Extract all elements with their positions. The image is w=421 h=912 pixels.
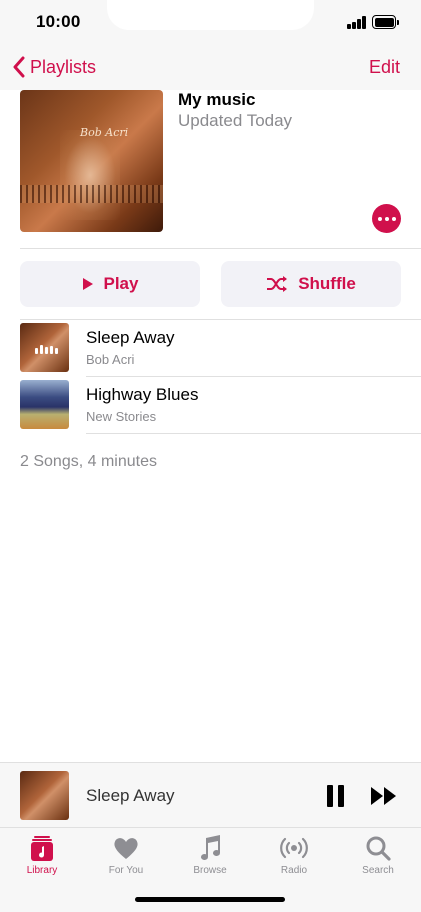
tab-browse[interactable]: Browse [168, 828, 252, 884]
shuffle-button[interactable]: Shuffle [221, 261, 401, 307]
playlist-updated-label: Updated Today [178, 111, 293, 130]
library-icon [31, 836, 53, 861]
fast-forward-button[interactable] [370, 786, 398, 806]
song-title: Sleep Away [86, 328, 175, 347]
song-artist: New Stories [86, 409, 157, 424]
tab-label: Browse [193, 865, 227, 876]
heart-icon [114, 838, 138, 859]
playlist-artwork: Bob Acri [20, 90, 163, 232]
song-row-highway-blues[interactable]: Highway Blues New Stories [0, 377, 421, 434]
tab-library[interactable]: Library [0, 828, 84, 884]
tab-label: Radio [280, 865, 308, 876]
edit-button[interactable]: Edit [369, 57, 400, 78]
tab-search[interactable]: Search [336, 828, 420, 884]
play-button[interactable]: Play [20, 261, 200, 307]
status-bar: 10:00 [0, 0, 421, 46]
song-artwork [20, 380, 69, 429]
tab-label: Search [362, 865, 394, 876]
shuffle-button-label: Shuffle [298, 274, 356, 293]
divider [86, 433, 421, 434]
tab-label: For You [108, 865, 144, 876]
divider [20, 248, 421, 249]
playlist-title: My music [178, 90, 256, 109]
tab-label: Library [26, 865, 58, 876]
more-options-button[interactable] [372, 204, 401, 233]
pause-button[interactable] [327, 785, 344, 807]
tab-for-you[interactable]: For You [84, 828, 168, 884]
device-notch [107, 0, 314, 30]
mini-player[interactable]: Sleep Away [0, 762, 421, 828]
pause-icon [327, 785, 333, 807]
search-icon [366, 836, 391, 861]
cellular-signal-icon [347, 16, 367, 29]
now-playing-equalizer-icon [35, 345, 58, 354]
battery-icon [372, 15, 399, 29]
song-title: Highway Blues [86, 385, 199, 404]
song-artist: Bob Acri [86, 352, 135, 367]
chevron-left-icon [13, 56, 25, 78]
music-note-icon [201, 835, 221, 861]
play-icon [82, 278, 93, 290]
mini-player-title: Sleep Away [86, 786, 175, 805]
shuffle-icon [267, 276, 288, 292]
status-time: 10:00 [36, 12, 81, 31]
navigation-bar: Playlists Edit [0, 46, 421, 90]
song-artwork [20, 323, 69, 372]
playlist-summary: 2 Songs, 4 minutes [20, 453, 157, 470]
back-button-label: Playlists [30, 56, 97, 77]
radio-icon [280, 837, 308, 859]
back-button[interactable]: Playlists [12, 56, 96, 78]
ellipsis-icon [377, 216, 382, 221]
mini-player-artwork [20, 771, 69, 820]
song-row-sleep-away[interactable]: Sleep Away Bob Acri [0, 320, 421, 377]
tab-radio[interactable]: Radio [252, 828, 336, 884]
play-button-label: Play [103, 274, 139, 293]
home-indicator [135, 897, 285, 902]
artwork-script-text: Bob Acri [80, 126, 129, 139]
